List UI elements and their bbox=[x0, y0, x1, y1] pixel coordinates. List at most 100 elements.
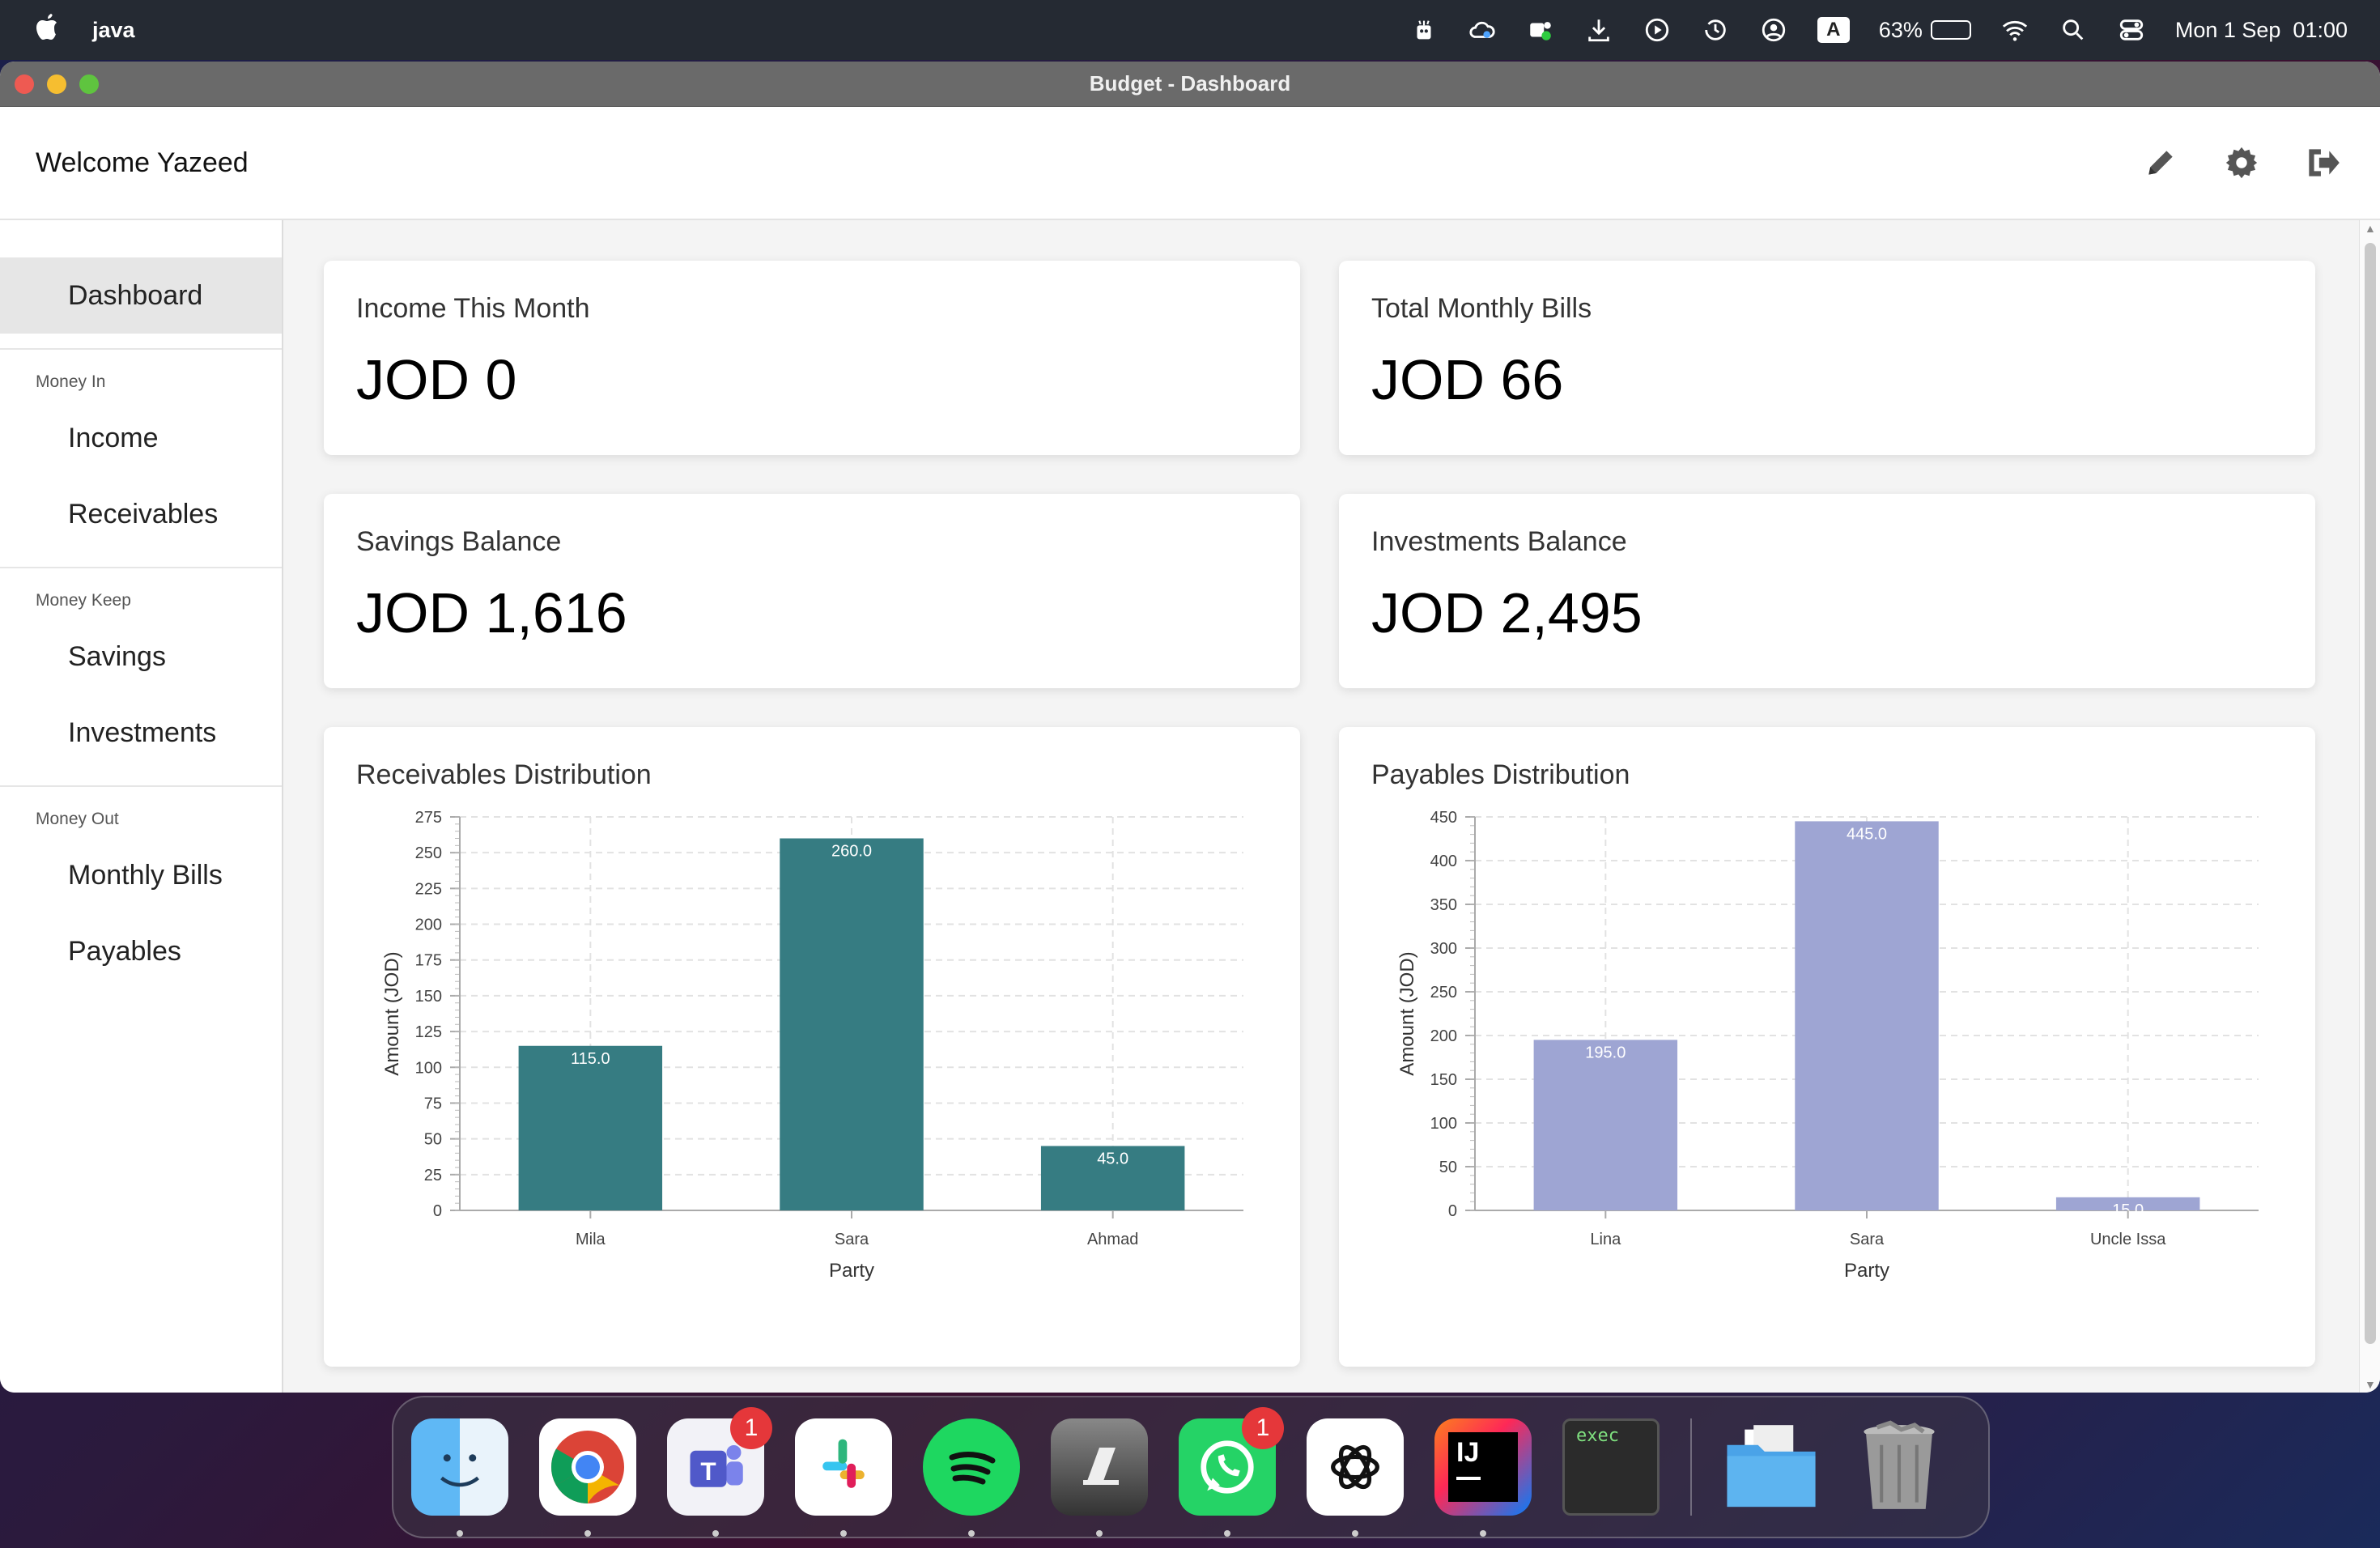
sidebar-item-monthly-bills[interactable]: Monthly Bills bbox=[0, 837, 282, 913]
y-tick-label: 275 bbox=[415, 809, 442, 827]
input-source-icon[interactable]: A bbox=[1817, 17, 1850, 43]
teams-icon[interactable]: T 1 bbox=[667, 1407, 772, 1537]
y-tick-label: 200 bbox=[415, 916, 442, 934]
teams-status-icon[interactable] bbox=[1526, 15, 1555, 45]
logout-icon[interactable] bbox=[2301, 141, 2344, 185]
bills-label: Total Monthly Bills bbox=[1371, 293, 1592, 324]
y-tick-label: 225 bbox=[415, 880, 442, 898]
close-window-button[interactable] bbox=[15, 74, 34, 94]
y-tick-label: 25 bbox=[424, 1167, 442, 1184]
investments-value: JOD 2,495 bbox=[1371, 581, 1643, 644]
app-name[interactable]: java bbox=[92, 18, 135, 43]
minimize-window-button[interactable] bbox=[47, 74, 66, 94]
intellij-icon[interactable]: IJ bbox=[1434, 1418, 1532, 1537]
payables-chart-title: Payables Distribution bbox=[1371, 759, 1630, 790]
sidebar: Dashboard Money In Income Receivables Mo… bbox=[0, 220, 283, 1393]
sidebar-item-income[interactable]: Income bbox=[0, 400, 282, 476]
savings-card: Savings Balance JOD 1,616 bbox=[324, 494, 1300, 688]
vertical-scrollbar[interactable]: ▲ ▼ bbox=[2359, 220, 2380, 1393]
title-bar[interactable]: Budget - Dashboard bbox=[0, 62, 2380, 107]
wifi-icon[interactable] bbox=[2000, 15, 2029, 45]
time-machine-icon[interactable] bbox=[1701, 15, 1730, 45]
dock-divider bbox=[1690, 1418, 1692, 1516]
x-tick-label: Ahmad bbox=[1087, 1231, 1138, 1248]
x-tick-label: Uncle Issa bbox=[2090, 1231, 2166, 1248]
trash-icon[interactable] bbox=[1851, 1418, 1948, 1516]
download-icon[interactable] bbox=[1584, 15, 1613, 45]
y-axis-label: Amount (JOD) bbox=[381, 951, 403, 1075]
folder-icon[interactable] bbox=[1723, 1418, 1820, 1516]
user-icon[interactable] bbox=[1759, 15, 1788, 45]
investments-label: Investments Balance bbox=[1371, 526, 1627, 557]
y-tick-label: 175 bbox=[415, 952, 442, 970]
y-tick-label: 350 bbox=[1430, 896, 1457, 914]
y-tick-label: 300 bbox=[1430, 940, 1457, 958]
y-tick-label: 450 bbox=[1430, 809, 1457, 827]
edit-icon[interactable] bbox=[2139, 141, 2182, 185]
settings-icon[interactable] bbox=[2220, 141, 2263, 185]
section-money-in: Money In bbox=[36, 372, 106, 391]
whatsapp-icon[interactable]: 1 bbox=[1179, 1407, 1284, 1537]
dock: T 1 1 IJ exec bbox=[392, 1396, 1990, 1538]
receivables-bar[interactable] bbox=[518, 1045, 663, 1210]
finder-icon[interactable] bbox=[411, 1418, 508, 1537]
y-tick-label: 100 bbox=[1430, 1115, 1457, 1133]
chrome-icon[interactable] bbox=[539, 1418, 636, 1537]
app-header: Welcome Yazeed bbox=[0, 107, 2380, 220]
income-value: JOD 0 bbox=[356, 348, 517, 411]
savings-value: JOD 1,616 bbox=[356, 581, 627, 644]
sidebar-item-payables[interactable]: Payables bbox=[0, 913, 282, 989]
y-tick-label: 50 bbox=[424, 1131, 442, 1149]
window-controls bbox=[15, 74, 99, 94]
whatsapp-badge: 1 bbox=[1242, 1407, 1284, 1449]
x-axis-label: Party bbox=[829, 1260, 874, 1282]
play-icon[interactable] bbox=[1643, 15, 1672, 45]
y-axis-label: Amount (JOD) bbox=[1396, 951, 1418, 1075]
income-label: Income This Month bbox=[356, 293, 590, 324]
cloud-icon[interactable] bbox=[1468, 15, 1497, 45]
cursor-icon[interactable] bbox=[1051, 1418, 1148, 1537]
payables-chart-card: Payables Distribution 0 50 100 150 200 250 300… bbox=[1339, 727, 2315, 1367]
x-tick-label: Lina bbox=[1590, 1231, 1621, 1248]
sidebar-item-investments[interactable]: Investments bbox=[0, 695, 282, 771]
terminal-icon[interactable]: exec bbox=[1562, 1418, 1660, 1516]
receivables-bar[interactable] bbox=[780, 838, 924, 1210]
clock[interactable]: Mon 1 Sep 01:00 bbox=[2175, 18, 2348, 43]
zoom-window-button[interactable] bbox=[79, 74, 99, 94]
chatgpt-icon[interactable] bbox=[1307, 1418, 1404, 1537]
y-tick-label: 400 bbox=[1430, 853, 1457, 870]
y-tick-label: 200 bbox=[1430, 1027, 1457, 1045]
y-tick-label: 50 bbox=[1439, 1159, 1457, 1176]
income-card: Income This Month JOD 0 bbox=[324, 261, 1300, 455]
data-label: 195.0 bbox=[1585, 1044, 1626, 1061]
payables-bar[interactable] bbox=[1795, 821, 1939, 1210]
y-tick-label: 150 bbox=[1430, 1071, 1457, 1089]
slack-icon[interactable] bbox=[795, 1418, 892, 1537]
search-icon[interactable] bbox=[2059, 15, 2088, 45]
spotify-icon[interactable] bbox=[923, 1418, 1020, 1537]
investments-card: Investments Balance JOD 2,495 bbox=[1339, 494, 2315, 688]
x-axis-label: Party bbox=[1844, 1260, 1889, 1282]
apple-icon[interactable] bbox=[32, 12, 60, 49]
control-center-icon[interactable] bbox=[2117, 15, 2146, 45]
sidebar-item-receivables[interactable]: Receivables bbox=[0, 476, 282, 552]
data-label: 45.0 bbox=[1097, 1150, 1128, 1167]
section-money-out: Money Out bbox=[36, 810, 119, 828]
sidebar-item-dashboard[interactable]: Dashboard bbox=[0, 257, 282, 334]
payables-chart: 0 50 100 150 200 250 300 350 400 450 195.0 Lina 445.… bbox=[1396, 809, 2259, 1282]
x-tick-label: Sara bbox=[835, 1231, 869, 1248]
scroll-down-icon[interactable]: ▼ bbox=[2365, 1378, 2376, 1391]
battery-icon bbox=[1930, 20, 1971, 40]
data-label: 260.0 bbox=[831, 843, 872, 861]
y-tick-label: 125 bbox=[415, 1023, 442, 1041]
robot-icon[interactable] bbox=[1409, 15, 1439, 45]
scroll-up-icon[interactable]: ▲ bbox=[2365, 222, 2376, 235]
bills-card: Total Monthly Bills JOD 66 bbox=[1339, 261, 2315, 455]
payables-bar[interactable] bbox=[1533, 1040, 1678, 1210]
window-title: Budget - Dashboard bbox=[1089, 71, 1291, 96]
scrollbar-thumb[interactable] bbox=[2365, 243, 2376, 1344]
cards-grid: Income This Month JOD 0 Total Monthly Bi… bbox=[324, 261, 2380, 1367]
battery-indicator[interactable]: 63% bbox=[1879, 18, 1971, 43]
sidebar-item-savings[interactable]: Savings bbox=[0, 619, 282, 695]
data-label: 115.0 bbox=[571, 1050, 610, 1068]
